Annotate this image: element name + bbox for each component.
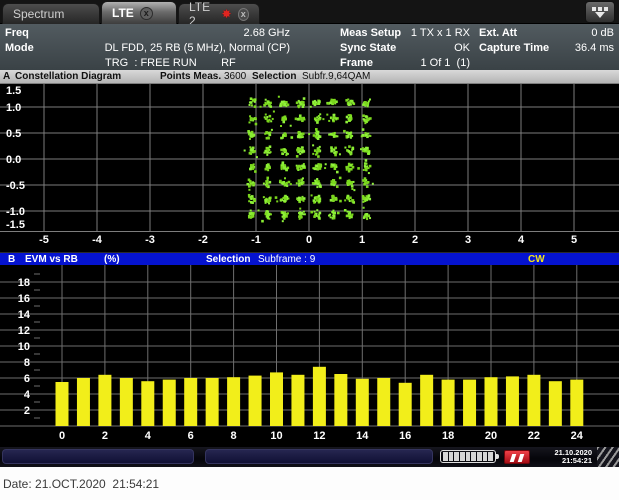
tab-lte2[interactable]: LTE 2 ✸ x	[178, 3, 260, 24]
progress-segments-icon	[440, 450, 496, 463]
svg-text:14: 14	[18, 309, 31, 321]
svg-text:0.5: 0.5	[6, 128, 21, 140]
resize-grip-icon[interactable]	[597, 447, 619, 467]
x-tick-label: 16	[399, 430, 411, 442]
header-row: TRG : FREE RUN RF Frame 1 Of 1 (1)	[0, 56, 619, 71]
sync-state-value: OK	[395, 41, 470, 56]
x-tick-label: 0	[59, 430, 65, 442]
measurement-header: Freq 2.68 GHz Meas Setup 1 TX x 1 RX Ext…	[0, 24, 619, 70]
ext-att-value: 0 dB	[556, 26, 614, 41]
meas-setup-label: Meas Setup	[340, 26, 401, 41]
screenshot-caption: Date: 21.OCT.2020 21:54:21	[0, 467, 619, 500]
window-a-title: Constellation Diagram	[15, 70, 121, 83]
x-tick-label: 12	[313, 430, 325, 442]
chevron-down-icon	[595, 12, 605, 18]
x-tick-label: 1	[359, 234, 365, 246]
svg-text:4: 4	[24, 389, 31, 401]
x-tick-label: -3	[145, 234, 155, 246]
x-tick-label: 2	[102, 430, 108, 442]
svg-text:-0.5: -0.5	[6, 180, 25, 192]
window-id: A	[3, 70, 10, 83]
svg-text:1.0: 1.0	[6, 102, 21, 114]
header-row: Mode DL FDD, 25 RB (5 MHz), Normal (CP) …	[0, 41, 619, 56]
capture-time-label: Capture Time	[479, 41, 549, 56]
svg-text:6: 6	[24, 373, 30, 385]
softkey-status-left[interactable]	[2, 449, 194, 464]
x-tick-label: 18	[442, 430, 454, 442]
svg-text:2: 2	[24, 405, 30, 417]
x-tick-label: 22	[528, 430, 540, 442]
svg-text:16: 16	[18, 293, 30, 305]
header-row: Freq 2.68 GHz Meas Setup 1 TX x 1 RX Ext…	[0, 26, 619, 41]
status-bar: 21.10.2020 21:54:21	[0, 447, 619, 467]
x-tick-label: 8	[231, 430, 237, 442]
x-tick-label: 0	[306, 234, 312, 246]
x-tick-label: 6	[188, 430, 194, 442]
status-time: 21:54:21	[540, 457, 592, 465]
x-tick-label: -1	[251, 234, 261, 246]
window-a-titlebar: A Constellation Diagram Points Meas. 360…	[0, 70, 619, 83]
x-tick-label: -4	[92, 234, 102, 246]
frame-label: Frame	[340, 56, 373, 71]
tab-label: LTE	[112, 6, 134, 20]
mode-label: Mode	[5, 41, 34, 56]
ext-att-label: Ext. Att	[479, 26, 517, 41]
svg-text:0.0: 0.0	[6, 154, 21, 166]
x-tick-label: 20	[485, 430, 497, 442]
close-icon[interactable]: x	[238, 8, 249, 21]
tab-spectrum[interactable]: Spectrum	[2, 3, 100, 24]
close-icon[interactable]: x	[140, 7, 153, 20]
modified-star-icon: ✸	[222, 8, 232, 20]
x-tick-label: 4	[518, 234, 524, 246]
red-status-icon	[504, 450, 530, 464]
mode-value: DL FDD, 25 RB (5 MHz), Normal (CP)	[100, 41, 290, 56]
tab-lte[interactable]: LTE x	[101, 1, 177, 24]
evm-svg: 2 4 6 8 10 12 14 16 18	[0, 265, 619, 428]
svg-text:-1.5: -1.5	[6, 219, 25, 231]
x-tick-label: 5	[571, 234, 577, 246]
status-datetime: 21.10.2020 21:54:21	[540, 449, 592, 465]
trigger-value: TRG : FREE RUN RF	[105, 56, 345, 71]
evm-plot[interactable]: 2 4 6 8 10 12 14 16 18	[0, 265, 619, 428]
sync-state-label: Sync State	[340, 41, 396, 56]
x-tick-label: -2	[198, 234, 208, 246]
tab-overflow-button[interactable]	[585, 1, 615, 23]
x-tick-label: 2	[412, 234, 418, 246]
tab-label: Spectrum	[13, 7, 64, 21]
svg-text:8: 8	[24, 357, 30, 369]
svg-text:10: 10	[18, 341, 30, 353]
x-tick-label: -5	[39, 234, 49, 246]
freq-value: 2.68 GHz	[100, 26, 290, 41]
svg-text:-1.0: -1.0	[6, 206, 25, 218]
caption-text: Date: 21.OCT.2020 21:54:21	[3, 477, 159, 491]
selection-label: Selection	[252, 70, 296, 83]
freq-label: Freq	[5, 26, 29, 41]
frame-value: 1 Of 1 (1)	[395, 56, 470, 71]
x-tick-label: 3	[465, 234, 471, 246]
meas-setup-value: 1 TX x 1 RX	[395, 26, 470, 41]
tab-bar: Spectrum LTE x LTE 2 ✸ x	[0, 0, 619, 24]
constellation-x-axis: -5 -4 -3 -2 -1 0 1 2 3 4 5	[0, 232, 619, 252]
points-meas-value: 3600	[224, 70, 246, 83]
svg-text:1.5: 1.5	[6, 85, 21, 97]
analyzer-screen: Spectrum LTE x LTE 2 ✸ x Freq 2.68 GHz M…	[0, 0, 619, 500]
selection-value: Subfr.9,64QAM	[302, 70, 370, 83]
svg-text:12: 12	[18, 325, 30, 337]
window-b-titlebar: B EVM vs RB (%) Selection Subframe : 9 C…	[0, 252, 619, 265]
x-tick-label: 14	[356, 430, 368, 442]
evm-x-axis: 024681012141618202224	[0, 428, 619, 447]
softkey-status-right[interactable]	[205, 449, 433, 464]
constellation-plot[interactable]: 1.5 1.0 0.5 0.0 -0.5 -1.0-1.5	[0, 83, 619, 232]
x-tick-label: 10	[270, 430, 282, 442]
dots-icon	[592, 7, 608, 11]
x-tick-label: 24	[571, 430, 583, 442]
constellation-svg: 1.5 1.0 0.5 0.0 -0.5 -1.0-1.5	[0, 83, 619, 232]
svg-text:18: 18	[18, 277, 30, 289]
points-meas-label: Points Meas.	[160, 70, 221, 83]
capture-time-value: 36.4 ms	[556, 41, 614, 56]
x-tick-label: 4	[145, 430, 151, 442]
